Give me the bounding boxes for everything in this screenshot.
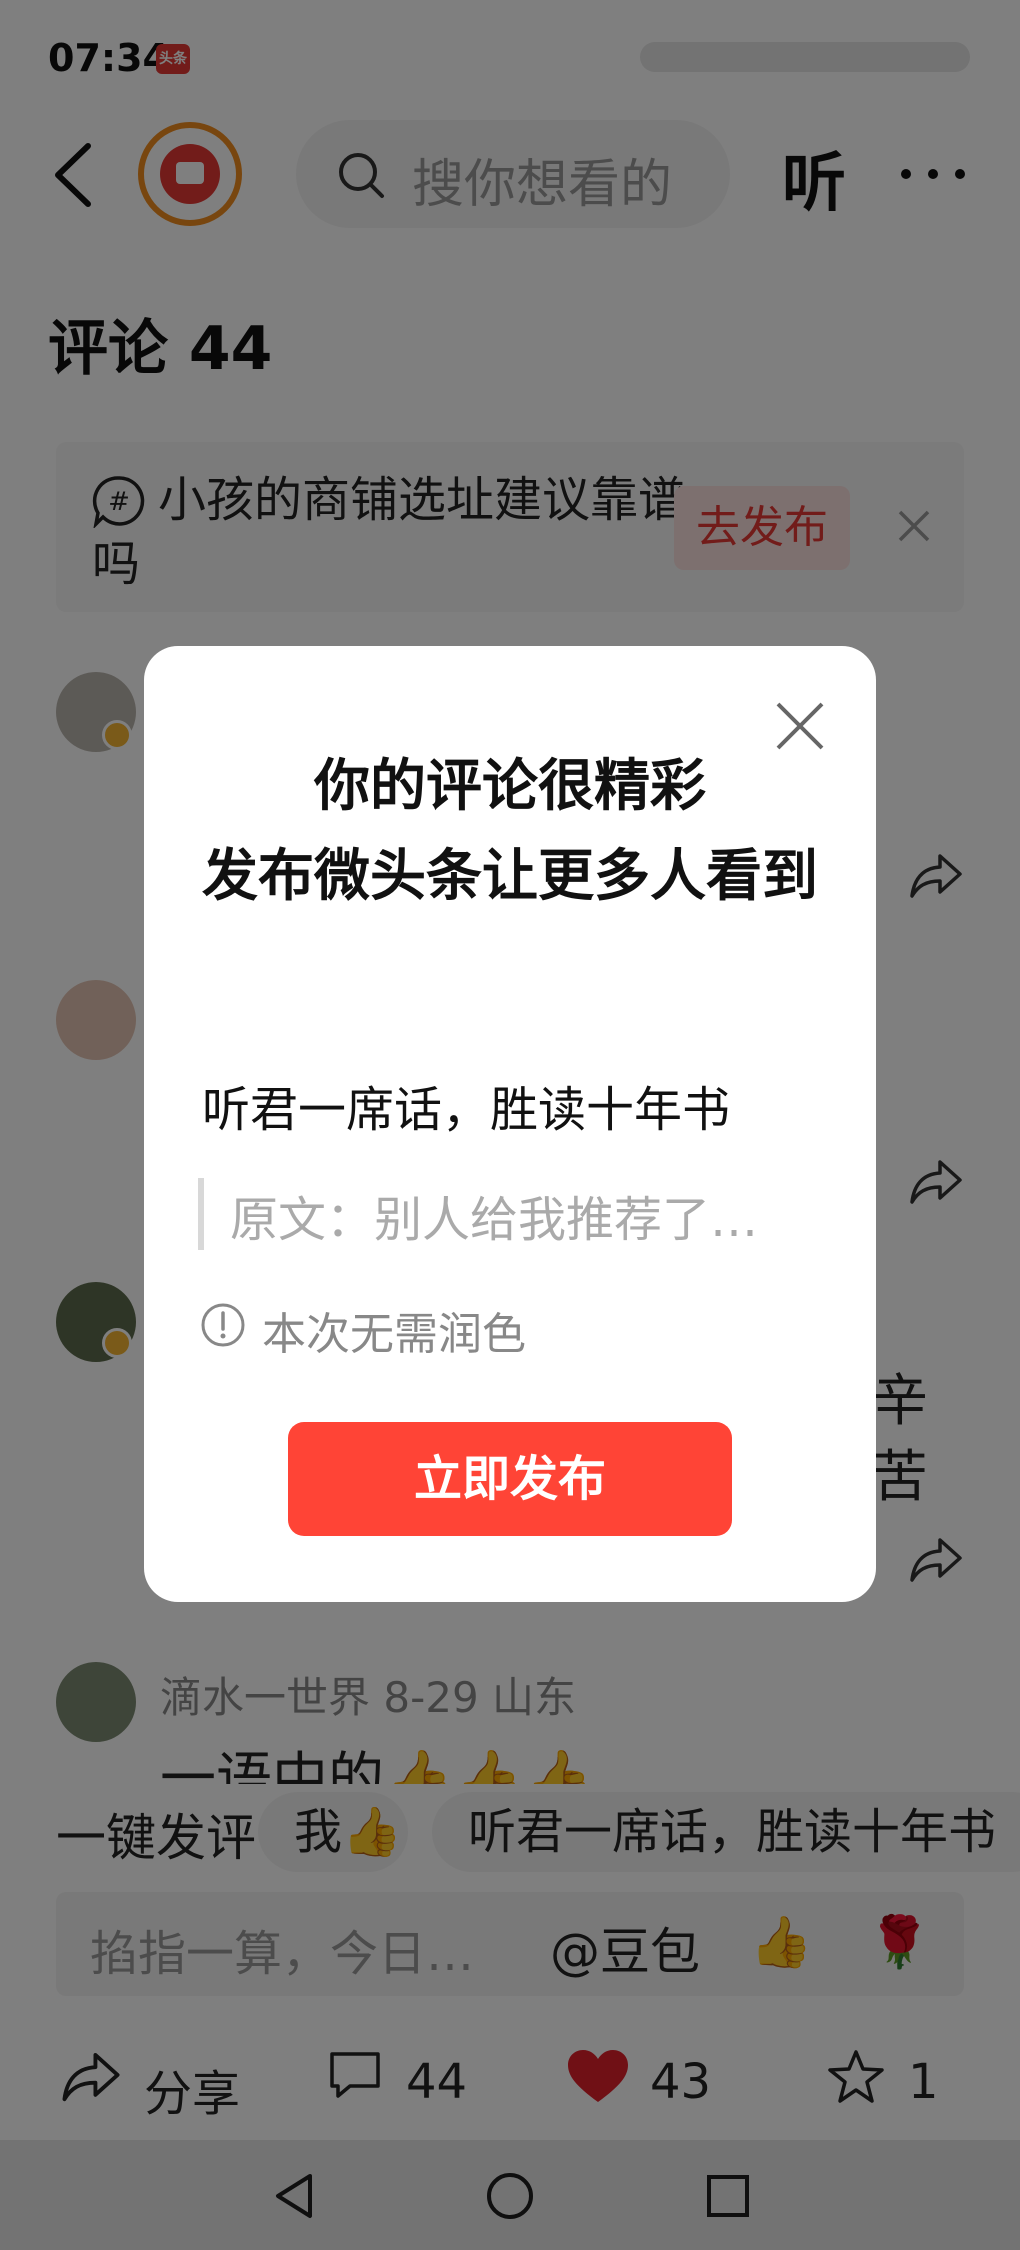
dialog-title-line: 发布微头条让更多人看到 — [202, 844, 818, 909]
publish-dialog: 你的评论很精彩 发布微头条让更多人看到 听君一席话，胜读十年书 原文：别人给我推… — [144, 646, 876, 1602]
quote-divider — [198, 1178, 204, 1250]
dialog-comment-text: 听君一席话，胜读十年书 — [202, 1082, 731, 1138]
info-icon — [201, 1303, 245, 1347]
nav-dim-overlay — [0, 2140, 1020, 2250]
dialog-quote-text: 原文：别人给我推荐了… — [230, 1192, 759, 1248]
publish-now-button[interactable]: 立即发布 — [288, 1422, 732, 1536]
dialog-info-text: 本次无需润色 — [262, 1309, 526, 1360]
dialog-title-line: 你的评论很精彩 — [314, 754, 706, 819]
dialog-title: 你的评论很精彩 发布微头条让更多人看到 — [184, 742, 836, 922]
